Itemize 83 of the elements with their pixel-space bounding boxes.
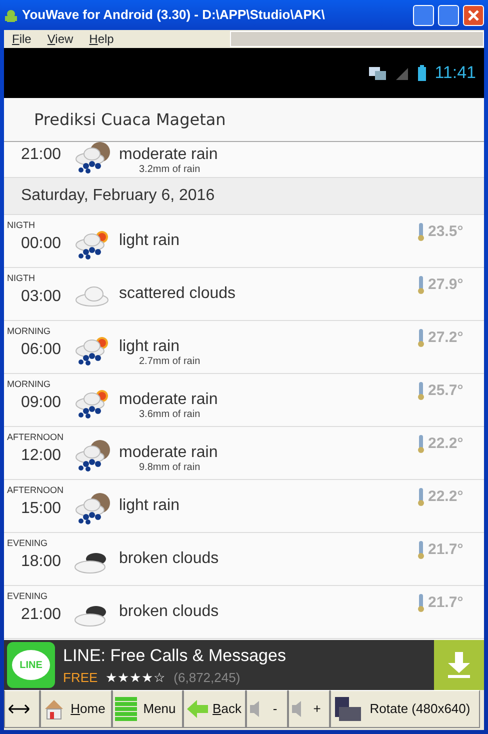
toolbar-button[interactable]: Menu — [112, 690, 183, 728]
toolbar-button[interactable]: Home — [40, 690, 112, 728]
thermometer-icon — [417, 276, 425, 294]
temperature: 21.7° — [428, 540, 464, 560]
temperature: 23.5° — [428, 222, 464, 242]
period-label: MORNING — [7, 325, 50, 338]
weather-description: moderate rain — [119, 443, 218, 462]
temperature: 22.2° — [428, 487, 464, 507]
time-label: 21:00 — [21, 145, 62, 165]
resize-button[interactable] — [4, 690, 40, 728]
thermometer-icon — [417, 329, 425, 348]
maximize-button[interactable] — [438, 4, 459, 26]
period-label: NIGTH — [7, 219, 35, 232]
temperature: 25.7° — [428, 381, 464, 401]
thermometer-icon — [417, 223, 425, 242]
house-icon — [43, 698, 65, 720]
temperature: 21.7° — [428, 593, 464, 613]
android-icon — [4, 8, 18, 22]
rain-amount: 9.8mm of rain — [139, 461, 200, 475]
logo-text: LINE — [12, 650, 50, 680]
weather-description: moderate rain — [119, 390, 218, 410]
network-icon — [368, 65, 386, 81]
weather-description: moderate rain — [119, 145, 218, 164]
period-label: MORNING — [7, 378, 50, 391]
weather-description: light rain — [119, 337, 180, 356]
toolbar-button[interactable]: Back — [183, 690, 246, 728]
rain-amount: 3.2mm of rain — [139, 163, 200, 177]
time-label: 18:00 — [21, 552, 62, 572]
list-icon — [115, 697, 137, 721]
price-label: FREE — [63, 669, 98, 687]
menu-item[interactable]: View — [47, 30, 74, 48]
rain-amount: 2.7mm of rain — [139, 355, 200, 369]
temperature: 27.2° — [428, 328, 464, 348]
period-label: EVENING — [7, 537, 48, 550]
toolbar-button[interactable]: Rotate (480x640) — [330, 690, 480, 728]
left-arrow-icon — [186, 699, 209, 719]
star-icon: ★ — [106, 668, 118, 688]
close-icon — [468, 10, 479, 20]
time-label: 00:00 — [21, 234, 62, 254]
temperature: 22.2° — [428, 434, 464, 454]
time-label: 12:00 — [21, 446, 62, 466]
star-icon: ☆ — [154, 668, 166, 688]
star-icon: ★ — [118, 668, 130, 688]
toolbar-button[interactable]: - — [246, 690, 288, 728]
menu-item[interactable]: Help — [89, 30, 114, 48]
date-header: Saturday, February 6, 2016 — [21, 186, 215, 206]
weather-description: broken clouds — [119, 602, 219, 622]
thermometer-icon — [417, 435, 425, 454]
signal-icon — [394, 66, 409, 80]
toolbar-button[interactable]: + — [288, 690, 330, 728]
thermometer-icon — [417, 488, 425, 506]
window-title: YouWave for Android (3.30) - D:\APP\Studio\APK\ — [22, 6, 326, 24]
period-label: AFTERNOON — [7, 484, 64, 497]
menu-item[interactable]: File — [12, 30, 32, 48]
close-button[interactable] — [463, 4, 484, 26]
temperature: 27.9° — [428, 275, 464, 295]
thermometer-icon — [417, 541, 425, 560]
time-label: 15:00 — [21, 499, 62, 519]
rain-amount: 3.6mm of rain — [139, 408, 200, 422]
review-count: (6,872,245) — [174, 669, 240, 687]
ad-title[interactable]: LINE: Free Calls & Messages — [63, 642, 434, 668]
star-icon: ★ — [142, 668, 154, 688]
period-label: EVENING — [7, 590, 48, 603]
thermometer-icon — [417, 382, 425, 400]
battery-icon — [416, 65, 427, 81]
time-label: 06:00 — [21, 340, 62, 360]
clock: 11:41 — [434, 62, 476, 84]
period-label: NIGTH — [7, 272, 35, 285]
time-label: 03:00 — [21, 287, 62, 307]
time-label: 09:00 — [21, 393, 62, 413]
download-icon — [447, 652, 471, 678]
app-title: Prediksi Cuaca Magetan — [34, 108, 226, 130]
weather-description: light rain — [119, 231, 180, 251]
minimize-button[interactable] — [413, 4, 434, 26]
weather-description: scattered clouds — [119, 284, 236, 304]
weather-description: light rain — [119, 496, 180, 516]
star-icon: ★ — [130, 668, 142, 688]
time-label: 21:00 — [21, 605, 62, 625]
weather-description: broken clouds — [119, 549, 219, 569]
thermometer-icon — [417, 594, 425, 612]
address-field[interactable] — [230, 31, 484, 47]
period-label: AFTERNOON — [7, 431, 64, 444]
tablet-icon — [333, 697, 361, 721]
